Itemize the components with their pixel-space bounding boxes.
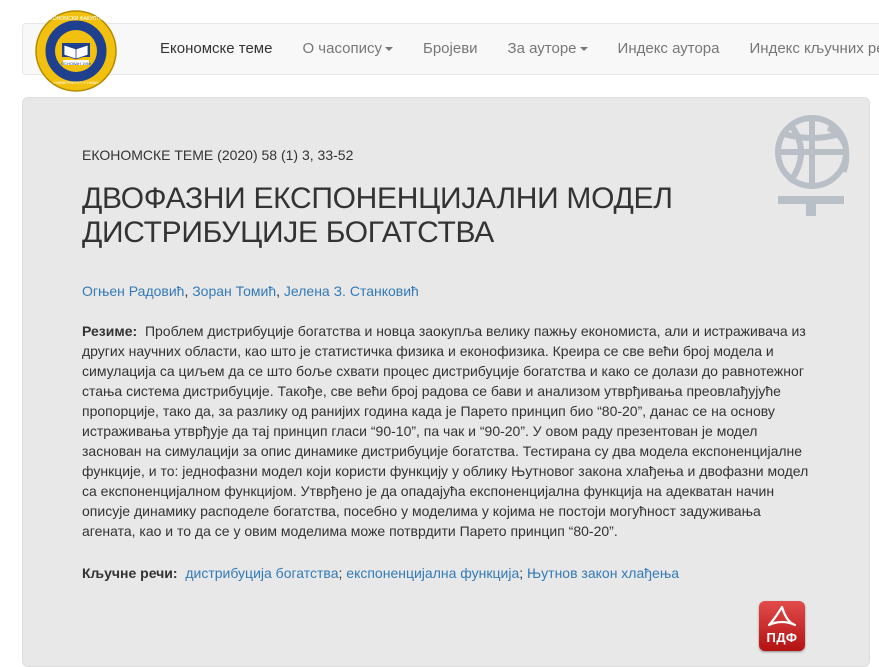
- nav-item-keyword-index[interactable]: Индекс кључних речи: [735, 24, 879, 74]
- author-link[interactable]: Огњен Радовић: [82, 283, 184, 299]
- nav-item-issues[interactable]: Бројеви: [408, 24, 493, 74]
- caret-down-icon: [580, 47, 588, 51]
- logo-text-top: ЕКОНОМСКИ ФАКУЛТЕТ: [41, 16, 111, 22]
- nav-item-label: Индекс кључних речи: [750, 40, 879, 57]
- author-link[interactable]: Јелена З. Станковић: [284, 283, 419, 299]
- keyword-list: Кључне речи: дистрибуција богатства; екс…: [82, 563, 679, 583]
- caret-down-icon: [385, 47, 393, 51]
- author-link[interactable]: Зоран Томић: [192, 283, 276, 299]
- nav-item-home[interactable]: Економске теме: [145, 24, 287, 74]
- nav-item-for-authors[interactable]: За ауторе: [493, 24, 603, 74]
- keyword-link[interactable]: дистрибуција богатства: [185, 565, 338, 581]
- nav-item-author-index[interactable]: Индекс аутора: [603, 24, 735, 74]
- abstract-text: Проблем дистрибуције богатства и новца з…: [82, 323, 808, 539]
- keyword-link[interactable]: експоненцијална функција: [346, 565, 519, 581]
- nav-item-label: За ауторе: [508, 40, 577, 57]
- logo-text-mid: ОСНОВАН 1960: [59, 61, 93, 66]
- pdf-download-button[interactable]: ПДФ: [759, 601, 805, 651]
- abstract-label: Резиме:: [82, 323, 137, 339]
- nav-item-label: Економске теме: [160, 40, 272, 57]
- article-citation: ЕКОНОМСКЕ ТЕМЕ (2020) 58 (1) 3, 33-52: [82, 147, 353, 163]
- journal-globe-icon: [768, 112, 858, 218]
- faculty-logo[interactable]: ЕКОНОМСКИ ФАКУЛТЕТ ОСНОВАН 1960 УНИВЕРЗИ…: [35, 10, 117, 92]
- author-separator: ,: [276, 283, 284, 299]
- nav-item-label: Индекс аутора: [618, 40, 720, 57]
- pdf-label: ПДФ: [759, 630, 805, 645]
- nav-item-about[interactable]: О часопису: [287, 24, 408, 74]
- keyword-link[interactable]: Њутнов закон хлађења: [527, 565, 679, 581]
- nav-item-label: О часопису: [302, 40, 382, 57]
- article-title: ДВОФАЗНИ ЕКСПОНЕНЦИЈАЛНИ МОДЕЛ ДИСТРИБУЦ…: [82, 182, 722, 250]
- article-abstract: Резиме: Проблем дистрибуције богатства и…: [82, 321, 812, 541]
- navbar: Економске теме О часопису Бројеви За аут…: [22, 23, 879, 75]
- nav-items: Економске теме О часопису Бројеви За аут…: [145, 24, 879, 74]
- keywords-label: Кључне речи:: [82, 565, 178, 581]
- pdf-icon: [759, 603, 805, 633]
- logo-text-bottom: УНИВЕРЗИТЕТ У НИШУ: [43, 80, 109, 85]
- nav-item-label: Бројеви: [423, 40, 478, 57]
- keyword-separator: ;: [519, 565, 527, 581]
- author-list: Огњен Радовић, Зоран Томић, Јелена З. Ст…: [82, 283, 419, 299]
